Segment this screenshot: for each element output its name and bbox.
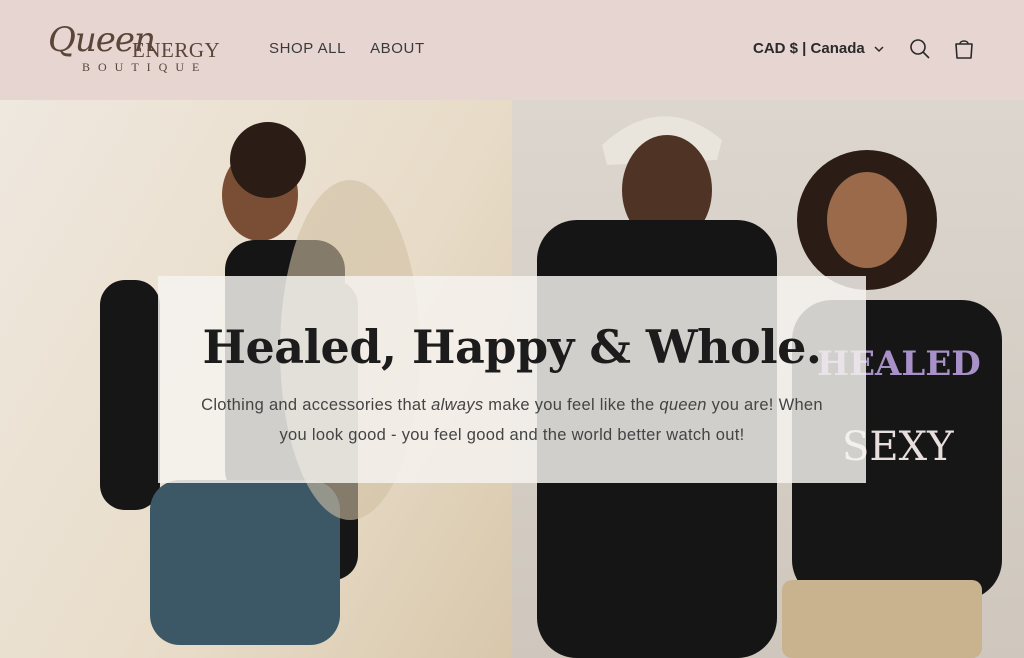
nav-about[interactable]: ABOUT xyxy=(370,40,425,57)
hero-desc-em2: queen xyxy=(659,396,707,414)
hero-desc-part1: Clothing and accessories that xyxy=(201,396,432,414)
site-header: Queen ENERGY BOUTIQUE SHOP ALL ABOUT CAD… xyxy=(0,0,1024,100)
chevron-down-icon xyxy=(874,45,884,52)
hero-desc-part2: make you feel like the xyxy=(483,396,660,414)
cart-icon[interactable] xyxy=(952,37,976,61)
main-nav: SHOP ALL ABOUT xyxy=(269,40,425,57)
search-icon[interactable] xyxy=(908,37,932,61)
logo-boutique-text: BOUTIQUE xyxy=(82,60,208,74)
nav-shop-all[interactable]: SHOP ALL xyxy=(269,40,346,57)
hero-description: Clothing and accessories that always mak… xyxy=(187,390,837,450)
currency-label: CAD $ | Canada xyxy=(753,40,865,57)
currency-selector[interactable]: CAD $ | Canada xyxy=(753,40,885,57)
hero-text-panel: Healed, Happy & Whole. Clothing and acce… xyxy=(158,276,866,483)
hero-banner: HEALED SEXY Healed, Happy & Whole. Cloth… xyxy=(0,100,1024,658)
hero-title: Healed, Happy & Whole. xyxy=(202,320,822,374)
hero-desc-em1: always xyxy=(431,396,484,414)
brand-logo[interactable]: Queen ENERGY BOUTIQUE xyxy=(48,20,228,78)
